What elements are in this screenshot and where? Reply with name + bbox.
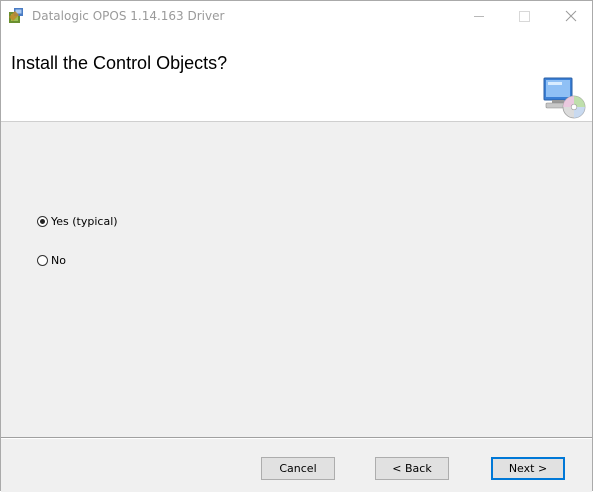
option-yes-typical[interactable]: Yes (typical): [37, 215, 118, 228]
maximize-button[interactable]: [501, 1, 547, 31]
footer-divider: [1, 437, 592, 439]
installer-window: Datalogic OPOS 1.14.163 Driver Install t…: [0, 0, 593, 492]
header-banner: Install the Control Objects?: [1, 31, 592, 122]
installer-icon: [9, 8, 23, 23]
computer-cd-setup-icon: [543, 77, 586, 119]
back-button[interactable]: < Back: [375, 457, 449, 480]
maximize-icon: [518, 10, 530, 22]
radio-yes[interactable]: [37, 216, 48, 227]
next-button[interactable]: Next >: [491, 457, 565, 480]
close-icon: [565, 10, 577, 22]
title-bar[interactable]: Datalogic OPOS 1.14.163 Driver: [1, 1, 592, 31]
radio-yes-label[interactable]: Yes (typical): [51, 215, 118, 228]
options-panel: Yes (typical) No: [1, 122, 592, 437]
button-bar: Cancel < Back Next >: [1, 437, 592, 492]
option-no[interactable]: No: [37, 254, 66, 267]
radio-no-label[interactable]: No: [51, 254, 66, 267]
minimize-button[interactable]: [456, 1, 502, 31]
minimize-icon: [474, 15, 484, 17]
window-title: Datalogic OPOS 1.14.163 Driver: [32, 9, 225, 23]
cancel-button[interactable]: Cancel: [261, 457, 335, 480]
close-button[interactable]: [548, 1, 594, 31]
page-title: Install the Control Objects?: [11, 53, 228, 73]
radio-no[interactable]: [37, 255, 48, 266]
